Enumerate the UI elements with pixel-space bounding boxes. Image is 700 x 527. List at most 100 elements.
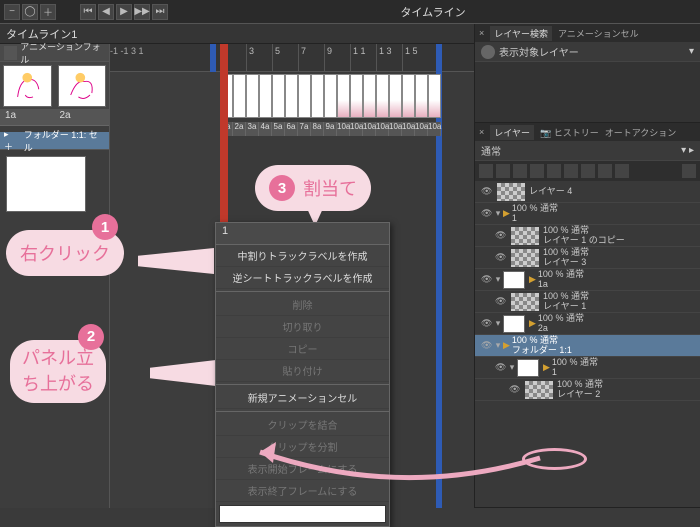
context-menu: 1 中割りトラックラベルを作成逆シートトラックラベルを作成削除切り取りコピー貼り…	[215, 222, 390, 527]
frame-number: 6a	[285, 122, 298, 136]
layer-tool-icon[interactable]	[479, 164, 493, 178]
annotation-bubble-1: 1 右クリック	[6, 230, 124, 276]
minus-icon[interactable]: −	[4, 4, 20, 20]
layer-row[interactable]: 👁100 % 通常レイヤー 2	[475, 379, 700, 401]
go-start-icon[interactable]: ⏮	[80, 4, 96, 20]
close-icon[interactable]: ×	[479, 28, 484, 38]
frame-strip[interactable]	[220, 72, 441, 120]
cell-thumbnail-2a[interactable]	[58, 65, 107, 107]
frame-cell[interactable]	[376, 74, 389, 118]
frame-number: 2a	[233, 122, 246, 136]
frame-cell[interactable]	[233, 74, 246, 118]
frame-cell[interactable]	[246, 74, 259, 118]
frame-number: 10a	[350, 122, 363, 136]
ctx-menu-item: クリップを結合	[216, 414, 389, 436]
layer-tool-icon[interactable]	[530, 164, 544, 178]
layer-tool-icon[interactable]	[496, 164, 510, 178]
frame-cell[interactable]	[428, 74, 441, 118]
ruler-tick: 7	[298, 44, 324, 72]
layer-tool-icon[interactable]	[581, 164, 595, 178]
go-end-icon[interactable]: ⏭	[152, 4, 168, 20]
ctx-menu-item[interactable]: 逆シートトラックラベルを作成	[216, 267, 389, 289]
app-top-toolbar: − ◯ ＋ ⏮ ◀ ▶ ▶▶ ⏭ タイムライン	[0, 0, 700, 24]
ctx-header: 1	[216, 223, 389, 245]
ruler-tick: 3	[246, 44, 272, 72]
plus-icon[interactable]: ＋	[40, 4, 56, 20]
trash-icon[interactable]	[682, 164, 696, 178]
layer-row[interactable]: 👁▾▶100 % 通常2a	[475, 313, 700, 335]
tab-layer[interactable]: レイヤー	[490, 125, 534, 140]
frame-cell[interactable]	[298, 74, 311, 118]
frame-cell[interactable]	[363, 74, 376, 118]
layer-row[interactable]: 👁▾▶100 % 通常フォルダー 1:1	[475, 335, 700, 357]
frame-cell[interactable]	[337, 74, 350, 118]
layer-tool-icon[interactable]	[513, 164, 527, 178]
frame-cell[interactable]	[324, 74, 337, 118]
frame-number: 5a	[272, 122, 285, 136]
frame-number: 10a	[402, 122, 415, 136]
annotation-text: パネル立	[22, 348, 94, 370]
timeline-ruler[interactable]: -1 -1 3 1 135791 11 31 5	[110, 44, 474, 72]
frame-cell[interactable]	[415, 74, 428, 118]
tab-animation-cel[interactable]: アニメーションセル	[558, 27, 639, 40]
tab-history[interactable]: 📷 ヒストリー	[540, 126, 599, 139]
right-panel-stack: × レイヤー検索 アニメーションセル 表示対象レイヤー ▾ × レイヤー 📷 ヒ…	[475, 24, 700, 508]
layer-row[interactable]: 👁▾▶100 % 通常1	[475, 203, 700, 225]
frame-cell[interactable]	[402, 74, 415, 118]
close-icon[interactable]: ×	[479, 127, 484, 137]
play-icon[interactable]: ▶	[116, 4, 132, 20]
frame-number: 10a	[415, 122, 428, 136]
frame-cell[interactable]	[272, 74, 285, 118]
folder-label: フォルダー 1:1: セル	[24, 128, 105, 154]
frame-number: 8a	[311, 122, 324, 136]
frame-cell[interactable]	[350, 74, 363, 118]
highlight-circle	[522, 448, 587, 470]
ruler-tick: 5	[272, 44, 298, 72]
blend-mode-label[interactable]: 通常	[481, 143, 501, 158]
annotation-number-1: 1	[92, 214, 118, 240]
ctx-menu-item: 貼り付け	[216, 360, 389, 382]
annotation-bubble-2: 2 パネル立 ち上がる	[10, 340, 106, 403]
frame-cell[interactable]	[389, 74, 402, 118]
frame-number: 4a	[259, 122, 272, 136]
layer-row[interactable]: 👁▾▶100 % 通常1	[475, 357, 700, 379]
animation-folder-header[interactable]: アニメーションフォル	[0, 44, 109, 62]
chevron-down-icon[interactable]: ▾ ▸	[681, 145, 694, 156]
ctx-menu-item: 切り取り	[216, 316, 389, 338]
display-target-label: 表示対象レイヤー	[499, 44, 579, 59]
search-icon[interactable]: ◯	[22, 4, 38, 20]
ruler-negative: -1 -1 3 1	[110, 46, 210, 56]
cell-thumbnail-1a[interactable]	[3, 65, 52, 107]
layer-tool-icon[interactable]	[547, 164, 561, 178]
layer-row[interactable]: 👁100 % 通常レイヤー 1 のコピー	[475, 225, 700, 247]
layer-row[interactable]: 👁100 % 通常レイヤー 1	[475, 291, 700, 313]
cell-label: 2a	[58, 110, 107, 125]
frame-cell[interactable]	[311, 74, 324, 118]
frame-number: 10a	[428, 122, 441, 136]
frame-number: 7a	[298, 122, 311, 136]
frame-cell[interactable]	[259, 74, 272, 118]
ctx-menu-item[interactable]: 中割りトラックラベルを作成	[216, 245, 389, 267]
layer-list: 👁レイヤー 4👁▾▶100 % 通常1👁100 % 通常レイヤー 1 のコピー👁…	[475, 181, 700, 507]
layer-tool-icon[interactable]	[598, 164, 612, 178]
next-icon[interactable]: ▶▶	[134, 4, 150, 20]
frame-cell[interactable]	[285, 74, 298, 118]
ruler-tick: 9	[324, 44, 350, 72]
layer-row[interactable]: 👁100 % 通常レイヤー 3	[475, 247, 700, 269]
folder-icon	[4, 46, 17, 60]
layer-tool-icon[interactable]	[564, 164, 578, 178]
tab-layer-search[interactable]: レイヤー検索	[490, 26, 552, 41]
ruler-tick: 1 1	[350, 44, 376, 72]
layer-row[interactable]: 👁レイヤー 4	[475, 181, 700, 203]
frame-number: 9a	[324, 122, 337, 136]
track-header-label: アニメーションフォル	[20, 40, 105, 66]
tab-autoaction[interactable]: オートアクション	[605, 126, 677, 139]
eye-icon[interactable]	[481, 45, 495, 59]
layer-row[interactable]: 👁▾▶100 % 通常1a	[475, 269, 700, 291]
prev-icon[interactable]: ◀	[98, 4, 114, 20]
chevron-down-icon[interactable]: ▾	[689, 46, 694, 57]
timeline-folder-row[interactable]: ▸ ＋ フォルダー 1:1: セル	[0, 132, 109, 150]
ctx-menu-item[interactable]: 新規アニメーションセル	[216, 387, 389, 409]
layer-tool-icon[interactable]	[615, 164, 629, 178]
cel-preview-thumbnail[interactable]	[6, 156, 86, 212]
